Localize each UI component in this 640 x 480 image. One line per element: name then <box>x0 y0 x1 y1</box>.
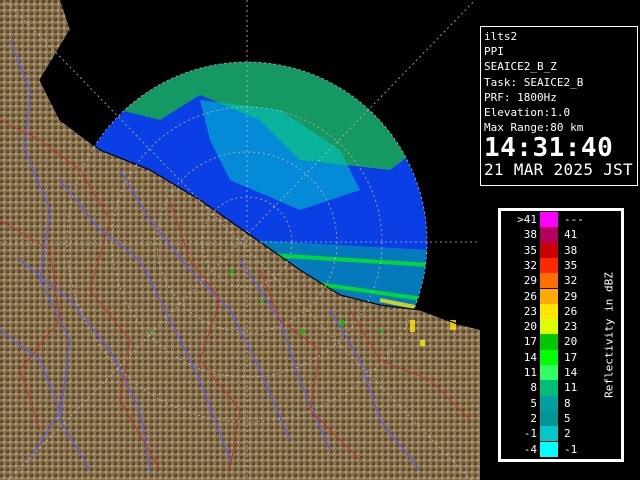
legend-upper-bound: 8 <box>564 396 571 410</box>
legend-color-swatch <box>540 273 558 289</box>
legend-row: 38 41 <box>502 227 596 243</box>
legend-color-swatch <box>540 303 558 320</box>
legend-upper-bound: 38 <box>564 243 578 257</box>
legend-upper-bound: 17 <box>564 350 578 364</box>
legend-color-swatch <box>540 257 558 274</box>
legend-body: >41 --- 38 41 35 38 32 35 29 32 26 29 23 26 20 23 17 20 14… <box>501 211 621 459</box>
legend-color-swatch <box>540 242 558 258</box>
legend-row: 17 20 <box>502 334 596 350</box>
legend-title: Reflectivity in dBZ <box>600 212 618 458</box>
legend-upper-bound: 23 <box>564 320 578 334</box>
legend-upper-bound: 14 <box>564 366 578 379</box>
legend-row: 58 <box>502 395 596 411</box>
legend-upper-bound: 26 <box>564 304 578 318</box>
legend-upper-bound: --- <box>564 213 584 226</box>
legend-color-swatch <box>540 349 558 365</box>
legend-upper-bound: 20 <box>564 335 578 349</box>
radar-map-canvas <box>0 0 480 480</box>
legend-color-swatch <box>540 426 558 442</box>
legend-title-text: Reflectivity in dBZ <box>602 272 616 398</box>
legend-lower-bound: 14 <box>523 350 537 364</box>
legend-row: -4 -1 <box>502 441 596 457</box>
observation-time: 14:31:40 <box>484 133 614 164</box>
legend-row: 8 11 <box>502 380 596 396</box>
display-mode: PPI <box>484 45 504 59</box>
legend-upper-bound: 32 <box>564 274 578 288</box>
observation-date: 21 MAR 2025 JST <box>484 160 633 180</box>
legend-color-swatch <box>540 212 558 228</box>
legend-lower-bound: >41 <box>517 213 537 226</box>
legend-color-swatch <box>540 395 558 411</box>
legend-lower-bound: 29 <box>523 274 537 288</box>
legend-lower-bound: 23 <box>523 304 537 318</box>
legend-color-swatch <box>540 334 558 350</box>
legend-color-swatch <box>540 441 558 457</box>
radar-info-panel: ilts2 PPI SEAICE2_B_Z Task: SEAICE2_B PR… <box>480 26 638 186</box>
elevation-label: Elevation:1.0 <box>484 106 571 120</box>
legend-row: 14 17 <box>502 349 596 365</box>
legend-row: 11 14 <box>502 365 596 381</box>
legend-upper-bound: 41 <box>564 228 578 242</box>
legend-color-swatch <box>540 365 558 381</box>
legend-upper-bound: 5 <box>564 411 571 425</box>
legend-row: 23 26 <box>502 303 596 320</box>
legend-upper-bound: 35 <box>564 258 578 272</box>
legend-lower-bound: 2 <box>530 411 537 425</box>
legend-row: 29 32 <box>502 273 596 289</box>
legend-row: 25 <box>502 410 596 427</box>
legend-upper-bound: 11 <box>564 381 578 395</box>
legend-color-swatch <box>540 319 558 335</box>
legend-lower-bound: 11 <box>523 366 537 379</box>
legend-row: 26 29 <box>502 288 596 304</box>
prf-label: PRF: 1800Hz <box>484 90 557 104</box>
legend-color-swatch <box>540 227 558 243</box>
radar-ppi-display[interactable] <box>0 0 480 480</box>
legend-lower-bound: -1 <box>523 427 537 441</box>
legend-lower-bound: 20 <box>523 320 537 334</box>
reflectivity-legend: >41 --- 38 41 35 38 32 35 29 32 26 29 23 26 20 23 17 20 14… <box>498 208 624 462</box>
legend-lower-bound: 17 <box>523 335 537 349</box>
legend-upper-bound: 2 <box>564 427 571 441</box>
legend-row: >41 --- <box>502 212 596 228</box>
legend-lower-bound: 38 <box>523 228 537 242</box>
legend-row: 32 35 <box>502 257 596 274</box>
task-label: Task: SEAICE2_B <box>484 75 584 89</box>
legend-lower-bound: 32 <box>523 258 537 272</box>
legend-upper-bound: 29 <box>564 289 578 303</box>
legend-color-swatch <box>540 410 558 427</box>
legend-row: 20 23 <box>502 319 596 335</box>
legend-upper-bound: -1 <box>564 442 578 456</box>
legend-row: 35 38 <box>502 242 596 258</box>
legend-row: -1 2 <box>502 426 596 442</box>
product-name: SEAICE2_B_Z <box>484 60 557 74</box>
legend-lower-bound: 35 <box>523 243 537 257</box>
legend-lower-bound: 26 <box>523 289 537 303</box>
station-id: ilts2 <box>484 30 518 43</box>
legend-color-swatch <box>540 288 558 304</box>
legend-lower-bound: 8 <box>530 381 537 395</box>
legend-color-swatch <box>540 380 558 396</box>
legend-lower-bound: 5 <box>530 396 537 410</box>
legend-lower-bound: -4 <box>523 442 537 456</box>
